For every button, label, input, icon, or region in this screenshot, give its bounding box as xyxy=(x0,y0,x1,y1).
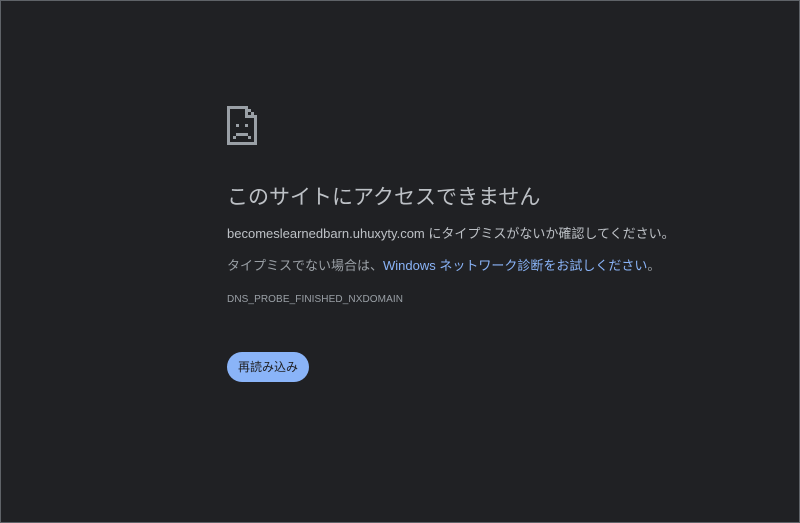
browser-error-page: このサイトにアクセスできません becomeslearnedbarn.uhuxy… xyxy=(0,0,800,523)
domain-name: becomeslearnedbarn.uhuxyty.com xyxy=(227,226,425,241)
reload-button[interactable]: 再読み込み xyxy=(227,352,309,382)
typo-check-message: becomeslearnedbarn.uhuxyty.com にタイプミスがない… xyxy=(227,225,675,243)
sad-document-icon xyxy=(227,106,257,145)
error-title: このサイトにアクセスできません xyxy=(227,186,541,209)
not-typo-prefix: タイプミスでない場合は、 xyxy=(227,258,384,273)
typo-message-text: にタイプミスがないか確認してください。 xyxy=(424,226,675,241)
diagnostics-message: タイプミスでない場合は、Windows ネットワーク診断をお試しください。 xyxy=(227,257,660,275)
error-code: DNS_PROBE_FINISHED_NXDOMAIN xyxy=(227,294,404,305)
not-typo-suffix: 。 xyxy=(647,258,661,273)
network-diagnostics-link[interactable]: Windows ネットワーク診断をお試しください xyxy=(383,258,647,273)
